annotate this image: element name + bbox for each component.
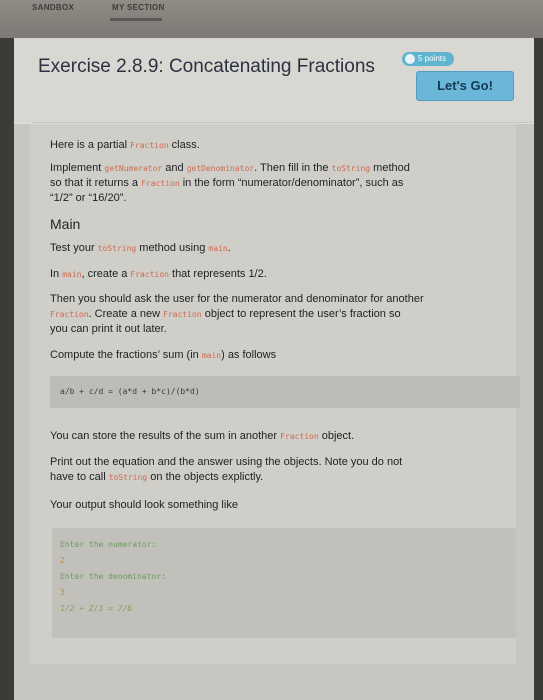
instruction-compute-sum: Compute the fractions’ sum (in main) as … (50, 349, 277, 361)
exercise-card: Exercise 2.8.9: Concatenating Fractions … (14, 38, 534, 700)
output-prompt-denominator: Enter the denominator: (60, 572, 166, 581)
output-result: 1/2 + 2/3 = 7/6 (60, 604, 133, 613)
instruction-print-equation: Print out the equation and the answer us… (50, 456, 403, 483)
exercise-title: Exercise 2.8.9: Concatenating Fractions (38, 56, 375, 77)
instruction-create-fraction: In main, create a Fraction that represen… (50, 268, 267, 280)
output-prompt-numerator: Enter the numerator: (60, 540, 157, 549)
exercise-header: Exercise 2.8.9: Concatenating Fractions … (14, 38, 534, 122)
header-divider (32, 122, 532, 123)
lets-go-button[interactable]: Let's Go! (416, 71, 514, 101)
instruction-implement: Implement getNumerator and getDenominato… (50, 162, 410, 204)
instructions-panel: Here is a partial Fraction class. Implem… (30, 124, 520, 664)
exercise-instructions: Here is a partial Fraction class. Implem… (14, 124, 534, 700)
points-badge: 5 points (402, 52, 455, 66)
example-output-block: Enter the numerator: 2 Enter the denomin… (52, 528, 516, 638)
main-heading: Main (50, 216, 81, 232)
instruction-store-result: You can store the results of the sum in … (50, 430, 355, 442)
instruction-ask-user: Then you should ask the user for the num… (50, 293, 424, 335)
nav-my-section[interactable]: MY SECTION (112, 3, 165, 12)
instruction-test-tostring: Test your toString method using main. (50, 242, 231, 254)
top-navigation: SANDBOX MY SECTION (0, 0, 543, 38)
points-icon (405, 54, 415, 64)
nav-sandbox[interactable]: SANDBOX (32, 3, 74, 12)
instruction-output-example: Your output should look something like (50, 499, 238, 511)
points-label: 5 points (418, 54, 447, 63)
formula-code-block: a/b + c/d = (a*d + b*c)/(b*d) (50, 376, 520, 408)
instruction-partial-class: Here is a partial Fraction class. (50, 139, 200, 151)
output-value-denominator: 3 (60, 588, 65, 597)
output-value-numerator: 2 (60, 556, 65, 565)
active-tab-indicator (110, 18, 162, 21)
